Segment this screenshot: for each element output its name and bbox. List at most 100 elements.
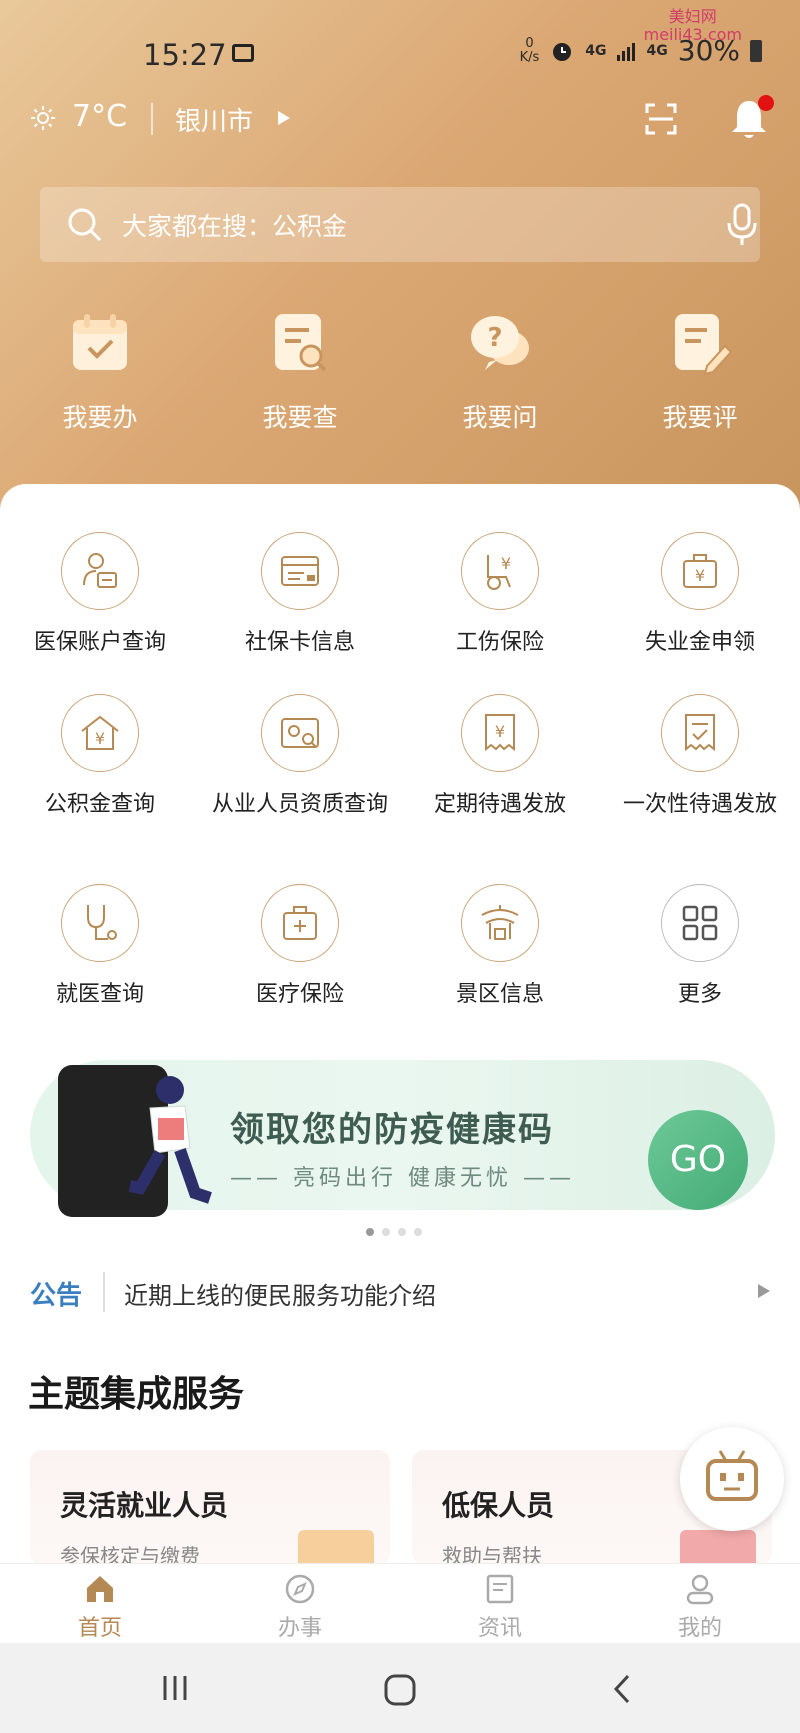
service-label: 公积金查询 <box>44 792 155 817</box>
stethoscope-icon <box>87 905 117 940</box>
question-chat-icon: ? <box>471 316 529 370</box>
service-icon-circle: ¥ <box>461 694 539 772</box>
card-title: 灵活就业人员 <box>60 1489 229 1522</box>
service-qualification[interactable]: 从业人员资质查询 <box>200 694 400 819</box>
service-injury-insurance[interactable]: ¥ 工伤保险 <box>400 532 600 657</box>
recent-apps-icon[interactable] <box>160 1673 190 1703</box>
signal-icon <box>616 42 635 61</box>
assistant-robot-button[interactable] <box>680 1427 784 1531</box>
network-4g-b: 4G <box>646 42 668 59</box>
svg-text:¥: ¥ <box>95 729 105 748</box>
service-label: 医保账户查询 <box>33 630 166 655</box>
divider <box>103 1272 105 1312</box>
carousel-dot <box>398 1228 406 1236</box>
tab-label: 资讯 <box>477 1616 522 1641</box>
watermark-text: 美妇网 <box>668 7 717 26</box>
status-time: 15:27 <box>143 38 227 72</box>
card-title: 低保人员 <box>442 1489 555 1522</box>
search-bar[interactable]: 大家都在搜：公积金 <box>40 187 760 262</box>
city-arrow-icon[interactable] <box>278 111 290 125</box>
service-label: 就医查询 <box>55 982 144 1007</box>
service-label: 工伤保险 <box>455 630 544 655</box>
announcement-bar[interactable]: 公告 近期上线的便民服务功能介绍 <box>0 1270 800 1320</box>
bottom-tab-bar: 首页 办事 资讯 我的 <box>0 1563 800 1644</box>
net-speed-unit: K/s <box>519 49 540 65</box>
tab-services[interactable]: 办事 <box>200 1572 400 1642</box>
home-icon <box>87 1576 113 1602</box>
runner-illustration <box>128 1076 212 1204</box>
service-label: 医疗保险 <box>255 982 344 1007</box>
quick-action-handle[interactable]: 我要办 <box>20 310 180 434</box>
pavilion-icon <box>481 905 519 940</box>
receipt-yen-icon: ¥ <box>485 714 515 752</box>
service-label: 失业金申领 <box>644 630 755 655</box>
service-medical-query[interactable]: 就医查询 <box>0 884 200 1009</box>
service-medical-insurance[interactable]: 医疗保险 <box>200 884 400 1009</box>
divider <box>151 103 153 135</box>
svg-text:¥: ¥ <box>495 722 505 741</box>
service-icon-circle <box>261 884 339 962</box>
service-unemployment[interactable]: ¥ 失业金申领 <box>600 532 800 657</box>
tab-news[interactable]: 资讯 <box>400 1572 600 1642</box>
card-illustration <box>298 1530 374 1565</box>
banner-go-button[interactable]: GO <box>648 1110 748 1210</box>
quick-action-query[interactable]: 我要查 <box>220 310 380 434</box>
tab-label: 首页 <box>77 1616 122 1641</box>
service-icon-circle <box>261 532 339 610</box>
service-label: 社保卡信息 <box>244 630 355 655</box>
document-edit-icon <box>675 314 733 376</box>
service-social-card[interactable]: 社保卡信息 <box>200 532 400 657</box>
scan-icon[interactable] <box>645 103 677 135</box>
tab-label: 办事 <box>277 1616 322 1641</box>
system-navigation-bar <box>0 1643 800 1733</box>
service-label: 更多 <box>677 982 722 1007</box>
service-housing-fund[interactable]: ¥ 公积金查询 <box>0 694 200 819</box>
service-icon-circle <box>661 694 739 772</box>
back-icon[interactable] <box>610 1673 634 1705</box>
service-more[interactable]: 更多 <box>600 884 800 1009</box>
service-label: 定期待遇发放 <box>433 792 566 817</box>
search-placeholder[interactable]: 大家都在搜：公积金 <box>122 207 347 243</box>
alarm-icon <box>553 42 572 61</box>
section-title: 主题集成服务 <box>28 1373 245 1415</box>
microphone-icon[interactable] <box>725 203 759 247</box>
robot-icon <box>706 1450 758 1501</box>
service-label: 景区信息 <box>455 982 544 1007</box>
search-icon <box>68 208 102 242</box>
card-illustration <box>680 1530 756 1565</box>
service-icon-circle <box>61 884 139 962</box>
service-icon-circle <box>61 532 139 610</box>
announcement-text[interactable]: 近期上线的便民服务功能介绍 <box>124 1276 436 1311</box>
battery-icon <box>750 39 762 62</box>
net-speed-value: 0 <box>525 35 534 51</box>
service-icon-circle <box>261 694 339 772</box>
chevron-right-icon[interactable] <box>758 1284 770 1298</box>
service-icon-circle: ¥ <box>661 532 739 610</box>
house-yen-icon: ¥ <box>81 715 119 750</box>
tab-label: 我的 <box>677 1616 722 1641</box>
carousel-dot-active <box>366 1228 374 1236</box>
receipt-check-icon <box>685 714 715 752</box>
theme-card-flexible-employment[interactable]: 灵活就业人员 参保核定与缴费 <box>30 1450 390 1565</box>
tab-home[interactable]: 首页 <box>0 1572 200 1642</box>
quick-action-label: 我要问 <box>462 403 538 432</box>
medical-kit-icon <box>283 906 317 940</box>
quick-action-rate[interactable]: 我要评 <box>620 310 780 434</box>
home-button-icon[interactable] <box>383 1673 417 1707</box>
service-scenic-info[interactable]: 景区信息 <box>400 884 600 1009</box>
quick-action-ask[interactable]: ? 我要问 <box>420 310 580 434</box>
service-label: 一次性待遇发放 <box>622 792 777 817</box>
svg-text:¥: ¥ <box>501 554 511 573</box>
service-one-time-payment[interactable]: 一次性待遇发放 <box>600 694 800 819</box>
tab-profile[interactable]: 我的 <box>600 1572 800 1642</box>
medical-account-icon <box>83 553 117 588</box>
city-selector[interactable]: 银川市 <box>175 101 253 138</box>
top-bar: 7°C 银川市 <box>0 95 800 145</box>
net-speed: 0 K/s <box>519 35 540 65</box>
gallery-notification-icon <box>232 44 254 62</box>
service-medical-account[interactable]: 医保账户查询 <box>0 532 200 657</box>
service-regular-payment[interactable]: ¥ 定期待遇发放 <box>400 694 600 819</box>
announcement-tag: 公告 <box>30 1281 83 1311</box>
carousel-dot <box>382 1228 390 1236</box>
network-4g-a: 4G <box>585 42 607 59</box>
